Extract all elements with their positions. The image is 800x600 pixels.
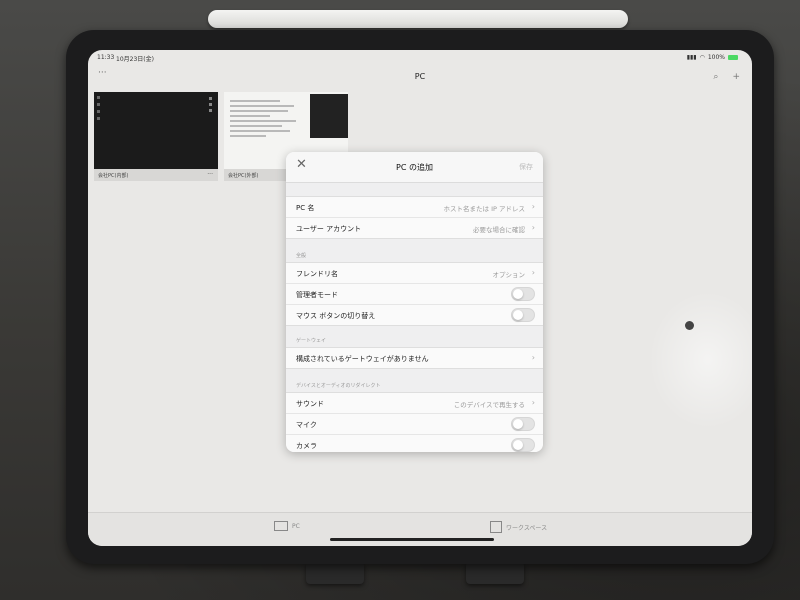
chevron-right-icon: › xyxy=(531,353,535,362)
sound-value: このデバイスで再生する xyxy=(453,401,525,409)
pc-thumbnail-internal[interactable] xyxy=(94,92,218,169)
tab-workspaces-label: ワークスペース xyxy=(506,524,548,532)
page-title: PC xyxy=(414,72,426,81)
mouse-swap-row: マウス ボタンの切り替え xyxy=(286,305,543,325)
general-group: フレンドリ名 オプション › 管理者モード マウス ボタンの切り替え xyxy=(286,262,543,326)
mouse-swap-label: マウス ボタンの切り替え xyxy=(296,312,376,320)
mic-toggle[interactable] xyxy=(511,417,535,431)
thumbnail-document-preview xyxy=(230,100,300,140)
pc-name-row[interactable]: PC 名 ホスト名または IP アドレス › xyxy=(286,197,543,218)
chevron-right-icon: › xyxy=(531,398,535,407)
status-date: 10月23日(金) xyxy=(116,56,154,63)
pc-card-menu-button[interactable]: ··· xyxy=(207,171,213,178)
dialog-title: PC の追加 xyxy=(396,163,433,172)
pc-card-label-internal[interactable]: 会社PC(内部) ··· xyxy=(94,169,218,181)
status-time: 11:33 xyxy=(97,54,115,61)
add-pc-dialog: ✕ PC の追加 保存 PC 名 ホスト名または IP アドレス › ユーザー … xyxy=(286,152,543,452)
mic-label: マイク xyxy=(296,421,317,429)
nav-bar: ··· PC ⌕ + xyxy=(88,66,752,90)
home-indicator xyxy=(330,538,494,541)
admin-mode-toggle[interactable] xyxy=(511,287,535,301)
search-icon[interactable]: ⌕ xyxy=(713,72,718,82)
save-button[interactable]: 保存 xyxy=(519,162,533,172)
sound-row[interactable]: サウンド このデバイスで再生する › xyxy=(286,393,543,414)
tab-pc[interactable]: PC xyxy=(274,521,300,531)
mouse-swap-toggle[interactable] xyxy=(511,308,535,322)
tab-workspaces[interactable]: ワークスペース xyxy=(490,521,547,533)
friendly-name-label: フレンドリ名 xyxy=(296,270,338,278)
front-camera xyxy=(685,321,694,330)
add-icon[interactable]: + xyxy=(732,72,740,82)
thumbnail-sidebar xyxy=(209,94,215,164)
admin-mode-row: 管理者モード xyxy=(286,284,543,305)
gateway-row[interactable]: 構成されているゲートウェイがありません › xyxy=(286,348,543,368)
battery-label: 100% xyxy=(707,54,725,61)
status-bar: 11:33 10月23日(金) ▮▮▮ ◠ 100% xyxy=(88,50,752,66)
camera-label: カメラ xyxy=(296,442,317,450)
stand-foot-right xyxy=(466,562,524,584)
pc-name-internal: 会社PC(内部) xyxy=(98,172,129,179)
friendly-name-value: オプション xyxy=(492,271,526,279)
chevron-right-icon: › xyxy=(531,202,535,211)
camera-toggle[interactable] xyxy=(511,438,535,452)
thumbnail-window-preview xyxy=(310,94,348,138)
pc-name-value: ホスト名または IP アドレス xyxy=(443,205,525,213)
dialog-header: ✕ PC の追加 保存 xyxy=(286,152,543,183)
pc-name-external: 会社PC(外部) xyxy=(228,172,259,179)
mic-row: マイク xyxy=(286,414,543,435)
thumbnail-preview xyxy=(94,96,218,120)
stylus-pencil xyxy=(208,10,628,28)
user-account-value: 必要な場合に確認 xyxy=(473,226,525,234)
section-redirect-header: デバイスとオーディオのリダイレクト xyxy=(296,383,381,389)
pc-name-label: PC 名 xyxy=(296,204,315,212)
chevron-right-icon: › xyxy=(531,223,535,232)
grid-icon xyxy=(490,521,502,533)
stand-foot-left xyxy=(306,562,364,584)
section-general-header: 全般 xyxy=(296,253,307,259)
user-account-label: ユーザー アカウント xyxy=(296,225,362,233)
camera-row: カメラ xyxy=(286,435,543,452)
sound-label: サウンド xyxy=(296,400,324,408)
admin-mode-label: 管理者モード xyxy=(296,291,338,299)
chevron-right-icon: › xyxy=(531,268,535,277)
redirect-group: サウンド このデバイスで再生する › マイク カメラ xyxy=(286,392,543,452)
connection-group: PC 名 ホスト名または IP アドレス › ユーザー アカウント 必要な場合に… xyxy=(286,196,543,239)
section-gateway-header: ゲートウェイ xyxy=(296,338,327,344)
monitor-icon xyxy=(274,521,288,531)
friendly-name-row[interactable]: フレンドリ名 オプション › xyxy=(286,263,543,284)
screen-glare xyxy=(648,290,752,430)
tab-pc-label: PC xyxy=(292,522,300,530)
user-account-row[interactable]: ユーザー アカウント 必要な場合に確認 › xyxy=(286,218,543,238)
status-right: ▮▮▮ ◠ 100% xyxy=(687,54,738,61)
signal-icon: ▮▮▮ xyxy=(686,54,697,61)
gateway-group: 構成されているゲートウェイがありません › xyxy=(286,347,543,369)
wifi-icon: ◠ xyxy=(699,54,705,61)
gateway-label: 構成されているゲートウェイがありません xyxy=(296,355,429,363)
battery-icon xyxy=(728,55,738,60)
